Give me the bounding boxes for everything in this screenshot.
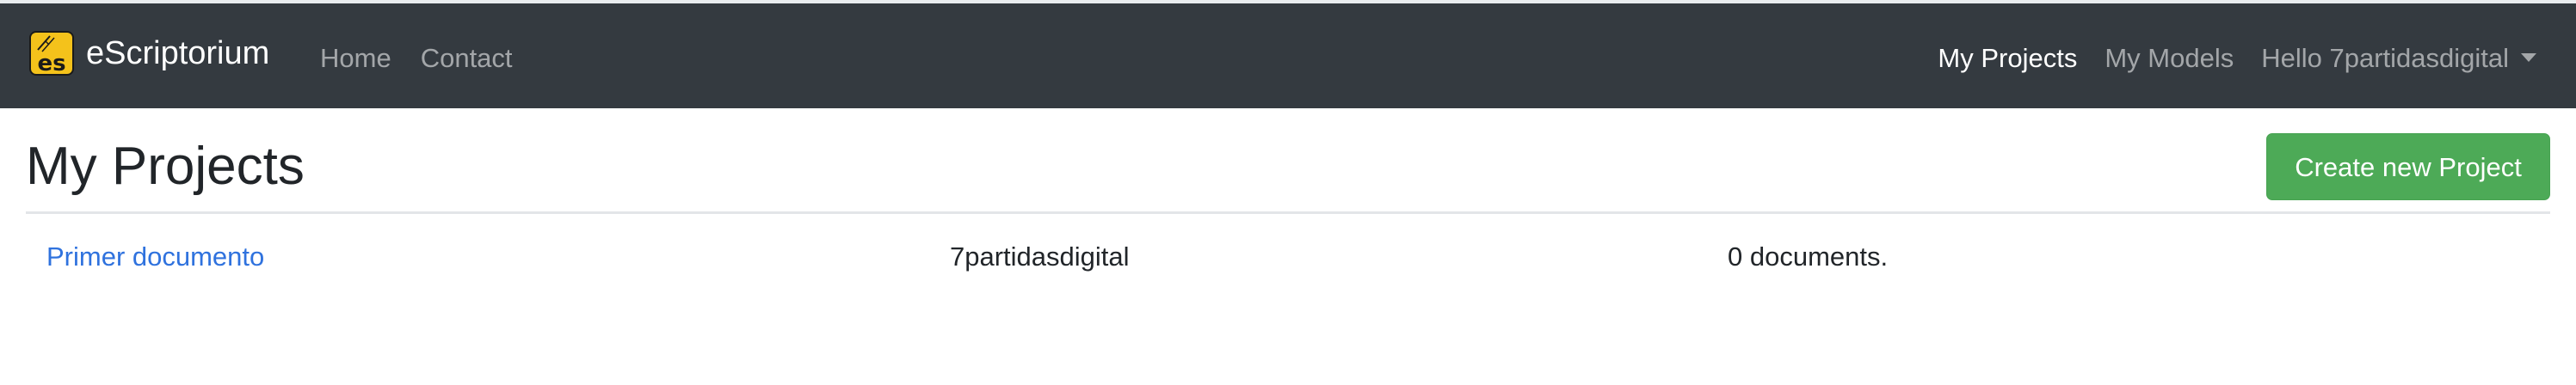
user-menu-dropdown[interactable]: Hello 7partidasdigital bbox=[2261, 34, 2536, 82]
user-nav: My Projects My Models Hello 7partidasdig… bbox=[1938, 34, 2536, 82]
nav-home-link[interactable]: Home bbox=[320, 34, 391, 82]
user-greeting: Hello 7partidasdigital bbox=[2261, 43, 2509, 73]
page-title: My Projects bbox=[26, 137, 305, 196]
caret-down-icon bbox=[2521, 52, 2536, 62]
project-name-link[interactable]: Primer documento bbox=[46, 232, 264, 282]
nav-my-projects-link[interactable]: My Projects bbox=[1938, 34, 2077, 82]
brand-link[interactable]: es eScriptorium bbox=[29, 29, 269, 77]
project-owner: 7partidasdigital bbox=[950, 241, 1130, 272]
top-navbar: es eScriptorium Home Contact My Projects… bbox=[0, 0, 2576, 108]
brand-name: eScriptorium bbox=[86, 35, 270, 71]
project-document-count: 0 documents. bbox=[1728, 241, 1889, 272]
logo-text: es bbox=[37, 51, 65, 74]
escriptorium-logo-icon: es bbox=[29, 31, 74, 76]
project-row: Primer documento 7partidasdigital 0 docu… bbox=[26, 232, 2550, 282]
create-project-button[interactable]: Create new Project bbox=[2266, 133, 2550, 200]
main-nav: Home Contact bbox=[320, 34, 513, 82]
nav-contact-link[interactable]: Contact bbox=[421, 34, 513, 82]
header-divider bbox=[26, 211, 2550, 214]
nav-my-models-link[interactable]: My Models bbox=[2105, 34, 2234, 82]
